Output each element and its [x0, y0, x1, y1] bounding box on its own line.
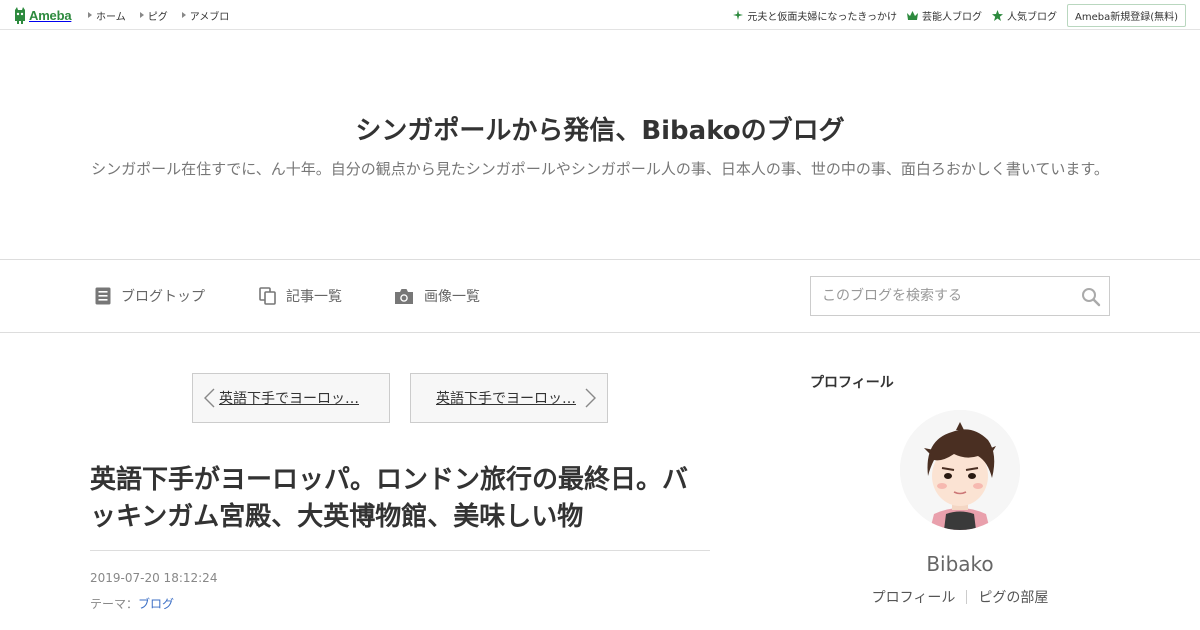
avatar[interactable]: [900, 410, 1020, 530]
popular-blog-label: 人気ブログ: [1006, 11, 1057, 23]
profile-link[interactable]: プロフィール: [861, 587, 967, 607]
pigg-room-link[interactable]: ピグの部屋: [967, 587, 1059, 607]
top-nav-label: アメブロ: [189, 11, 230, 23]
top-nav: ホーム ピグ アメブロ: [88, 0, 243, 30]
sparkle-icon: [733, 10, 744, 20]
profile-links: プロフィール ピグの部屋: [810, 587, 1110, 607]
signup-button[interactable]: Ameba新規登録(無料): [1066, 3, 1186, 27]
chevron-left-icon: [204, 388, 215, 408]
profile-heading: プロフィール: [810, 375, 894, 391]
prev-article-button[interactable]: 英語下手でヨーロッ…: [192, 373, 390, 423]
article-date: 2019-07-20 18:12:24: [90, 571, 218, 585]
top-nav-pigg[interactable]: ピグ: [139, 8, 168, 23]
theme-prefix: テーマ：: [90, 597, 139, 611]
document-icon: [95, 287, 111, 305]
theme-link[interactable]: ブログ: [138, 597, 174, 611]
blog-title[interactable]: シンガポールから発信、Bibakoのブログ: [0, 110, 1200, 147]
blog-search: [810, 276, 1110, 316]
celebrity-blog-label: 芸能人ブログ: [921, 11, 982, 23]
nav-image-list[interactable]: 画像一覧: [394, 260, 480, 332]
popular-blog-link[interactable]: 人気ブログ: [991, 8, 1057, 23]
nav-label: ブログトップ: [121, 289, 205, 305]
article-theme: テーマ：ブログ: [90, 595, 174, 612]
crown-icon: [906, 10, 918, 20]
caret-right-icon: [139, 12, 144, 18]
blog-description: シンガポール在住すでに、ん十年。自分の観点から見たシンガポールやシンガポール人の…: [91, 160, 1109, 178]
search-icon[interactable]: [1081, 287, 1101, 307]
next-article-label: 英語下手でヨーロッ…: [436, 391, 576, 407]
trending-topic-label: 元夫と仮面夫婦になったきっかけ: [747, 11, 897, 23]
camera-icon: [395, 288, 413, 304]
top-nav-home[interactable]: ホーム: [88, 8, 126, 23]
logo-text: Ameba: [29, 7, 72, 23]
article-title[interactable]: 英語下手がヨーロッパ。ロンドン旅行の最終日。バッキンガム宮殿、大英博物館、美味し…: [90, 462, 710, 536]
top-right-links: 元夫と仮面夫婦になったきっかけ 芸能人ブログ 人気ブログ Ameba新規登録(無…: [723, 0, 1186, 30]
nav-label: 画像一覧: [424, 289, 480, 305]
top-bar: Ameba ホーム ピグ アメブロ 元夫と仮面夫婦になったきっかけ 芸能人ブログ…: [0, 0, 1200, 30]
trending-topic-link[interactable]: 元夫と仮面夫婦になったきっかけ: [733, 8, 897, 23]
prev-article-label: 英語下手でヨーロッ…: [219, 391, 359, 407]
caret-right-icon: [88, 12, 92, 18]
nav-label: 記事一覧: [286, 289, 342, 305]
top-nav-label: ホーム: [96, 11, 126, 23]
avatar-image: [900, 410, 1020, 530]
caret-right-icon: [181, 12, 186, 18]
profile-name[interactable]: Bibako: [810, 552, 1110, 576]
next-article-button[interactable]: 英語下手でヨーロッ…: [410, 373, 608, 423]
nav-article-list[interactable]: 記事一覧: [259, 260, 342, 332]
nav-blog-top[interactable]: ブログトップ: [95, 260, 205, 332]
chevron-right-icon: [585, 388, 596, 408]
divider: [90, 550, 710, 551]
ameba-logo[interactable]: Ameba: [13, 6, 72, 24]
blog-nav: ブログトップ 記事一覧 画像一覧: [0, 259, 1200, 333]
top-nav-ameblo[interactable]: アメブロ: [181, 8, 230, 23]
top-nav-label: ピグ: [147, 11, 168, 23]
ameba-logo-icon: [15, 6, 25, 24]
star-icon: [991, 9, 1003, 21]
celebrity-blog-link[interactable]: 芸能人ブログ: [906, 8, 982, 23]
search-input[interactable]: [811, 277, 1071, 315]
copy-icon: [259, 287, 276, 305]
